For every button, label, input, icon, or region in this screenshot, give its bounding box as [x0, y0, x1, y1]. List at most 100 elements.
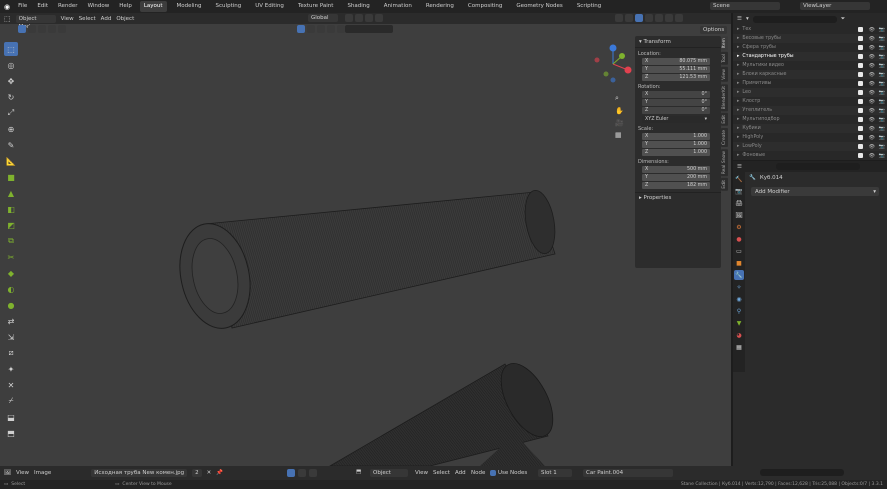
location-z-field[interactable]: Z 121.53 mm: [642, 74, 710, 81]
image-users-count[interactable]: 2: [192, 469, 202, 477]
dimensions-y-field[interactable]: Y 200 mm: [642, 174, 710, 181]
image-menu-image[interactable]: Image: [34, 470, 51, 476]
view-layer-selector[interactable]: ViewLayer: [800, 2, 870, 10]
scene-selector[interactable]: Scene: [710, 2, 780, 10]
node-menu-node[interactable]: Node: [471, 470, 485, 476]
properties-editor-icon[interactable]: ☰: [737, 164, 742, 170]
tab-tool[interactable]: Tool: [721, 52, 728, 65]
tab-compositing[interactable]: Compositing: [464, 1, 506, 12]
list-item[interactable]: ▸ Клостр 👁 📷: [733, 97, 887, 106]
node-menu-add[interactable]: Add: [455, 470, 466, 476]
viewport-shading-buttons[interactable]: [615, 14, 683, 22]
image-selector[interactable]: Исходная трубa New комен.jpg: [91, 469, 188, 477]
object-name[interactable]: Куб.014: [760, 175, 783, 181]
scale-z-field[interactable]: Z 1.000: [642, 149, 710, 156]
list-item[interactable]: ▸ Фоновые 👁 📷: [733, 151, 887, 160]
data-properties-icon[interactable]: ▼: [734, 318, 744, 328]
bisect-tool-icon[interactable]: ⌿: [4, 394, 18, 408]
menu-help[interactable]: Help: [117, 0, 134, 13]
menu-add[interactable]: Add: [101, 16, 112, 22]
loop-cut-tool-icon[interactable]: ⧉: [4, 234, 18, 248]
constraints-properties-icon[interactable]: ⚲: [734, 306, 744, 316]
edge-slide-tool-icon[interactable]: ⇄: [4, 314, 18, 328]
material-selector[interactable]: Car Paint.004: [583, 469, 673, 477]
pipe-mesh-lower[interactable]: [329, 355, 563, 466]
transform-panel-header[interactable]: ▾ Transform: [635, 36, 721, 48]
scale-tool-icon[interactable]: ⤢: [4, 106, 18, 120]
node-menu-select[interactable]: Select: [433, 470, 450, 476]
snapping-controls[interactable]: [345, 14, 383, 22]
tab-animation[interactable]: Animation: [380, 1, 416, 12]
rotation-y-field[interactable]: Y 0°: [642, 99, 710, 106]
outliner-display-mode-icon[interactable]: ▾: [746, 16, 749, 22]
scale-x-field[interactable]: X 1.000: [642, 133, 710, 140]
scale-y-field[interactable]: Y 1.000: [642, 141, 710, 148]
outliner-editor-icon[interactable]: ☰: [737, 16, 742, 22]
transform-tool-icon[interactable]: ⊕: [4, 122, 18, 136]
render-properties-icon[interactable]: 📷: [734, 186, 744, 196]
bevel-tool-icon[interactable]: ◩: [4, 218, 18, 232]
tab-modeling[interactable]: Modeling: [173, 1, 206, 12]
properties-panel-header[interactable]: ▸ Properties: [635, 192, 721, 203]
tool-properties-icon[interactable]: 🔨: [734, 174, 744, 184]
bottom-search-input[interactable]: [760, 469, 844, 476]
outliner-search-input[interactable]: [752, 15, 837, 23]
tab-edit[interactable]: Edit: [721, 113, 728, 126]
annotate-tool-icon[interactable]: ✎: [4, 138, 18, 152]
object-properties-icon[interactable]: ■: [734, 258, 744, 268]
node-menu-view[interactable]: View: [415, 470, 428, 476]
list-item[interactable]: ▸ Бесовые трубы 👁 📷: [733, 34, 887, 43]
list-item[interactable]: ▸ Тех 👁 📷: [733, 25, 887, 34]
location-x-field[interactable]: X 80.075 mm: [642, 58, 710, 65]
mode-selector[interactable]: Object Mode: [15, 14, 56, 30]
zoom-icon[interactable]: ⌕: [615, 94, 624, 103]
menu-object[interactable]: Object: [116, 16, 134, 22]
navigation-gizmo[interactable]: [594, 44, 632, 83]
smooth-tool-icon[interactable]: ●: [4, 298, 18, 312]
tab-edit-2[interactable]: Edit: [721, 178, 728, 191]
menu-select[interactable]: Select: [79, 16, 96, 22]
blender-logo-icon[interactable]: ◉: [4, 3, 10, 11]
randomize-tool-icon[interactable]: ⬒: [4, 426, 18, 440]
pipe-mesh-upper[interactable]: [171, 188, 560, 335]
rip-tool-icon[interactable]: ✦: [4, 362, 18, 376]
tab-scripting[interactable]: Scripting: [573, 1, 605, 12]
editor-type-icon[interactable]: ⬚: [4, 15, 11, 23]
push-pull-tool-icon[interactable]: ⬓: [4, 410, 18, 424]
rotation-mode-select[interactable]: XYZ Euler ▾: [642, 116, 710, 123]
menu-view[interactable]: View: [61, 16, 74, 22]
3d-viewport[interactable]: ⌕ ✋ 🎥 ▦: [0, 24, 731, 466]
cursor-tool-icon[interactable]: ◎: [4, 58, 18, 72]
tab-uv-editing[interactable]: UV Editing: [251, 1, 288, 12]
scene-properties-icon[interactable]: ⚙: [734, 222, 744, 232]
inset-tool-icon[interactable]: ◧: [4, 202, 18, 216]
list-item[interactable]: ▸ Примитивы 👁 📷: [733, 79, 887, 88]
particles-properties-icon[interactable]: ✧: [734, 282, 744, 292]
list-item[interactable]: ▸ HighPoly 👁 📷: [733, 133, 887, 142]
move-tool-icon[interactable]: ✥: [4, 74, 18, 88]
tab-item[interactable]: Item: [721, 36, 728, 51]
tab-sculpting[interactable]: Sculpting: [212, 1, 246, 12]
dimensions-x-field[interactable]: X 500 mm: [642, 166, 710, 173]
vertex-tool-icon[interactable]: ✕: [4, 378, 18, 392]
rotate-tool-icon[interactable]: ↻: [4, 90, 18, 104]
pan-hand-icon[interactable]: ✋: [615, 107, 624, 115]
tab-layout[interactable]: Layout: [139, 1, 167, 12]
orientation-selector[interactable]: Global: [308, 14, 338, 22]
list-item[interactable]: ▸ Мультиподбор 👁 📷: [733, 115, 887, 124]
list-item[interactable]: ▸ Сфера трубы 👁 📷: [733, 43, 887, 52]
menu-edit[interactable]: Edit: [35, 0, 50, 13]
spin-tool-icon[interactable]: ◐: [4, 282, 18, 296]
extrude-tool-icon[interactable]: ▲: [4, 186, 18, 200]
tab-shading[interactable]: Shading: [343, 1, 373, 12]
image-menu-view[interactable]: View: [16, 470, 29, 476]
tab-rendering[interactable]: Rendering: [422, 1, 458, 12]
camera-view-icon[interactable]: 🎥: [615, 119, 624, 127]
menu-window[interactable]: Window: [86, 0, 112, 13]
list-item[interactable]: ▸ Утеплитель 👁 📷: [733, 106, 887, 115]
filter-icon[interactable]: ⏷: [841, 16, 845, 23]
list-item-active[interactable]: ▸ Стандартные трубы 👁 📷: [733, 52, 887, 61]
image-editor-icon[interactable]: 🖼: [4, 470, 11, 476]
add-modifier-button[interactable]: Add Modifier ▾: [751, 187, 879, 196]
list-item[interactable]: ▸ LowPoly 👁 📷: [733, 142, 887, 151]
